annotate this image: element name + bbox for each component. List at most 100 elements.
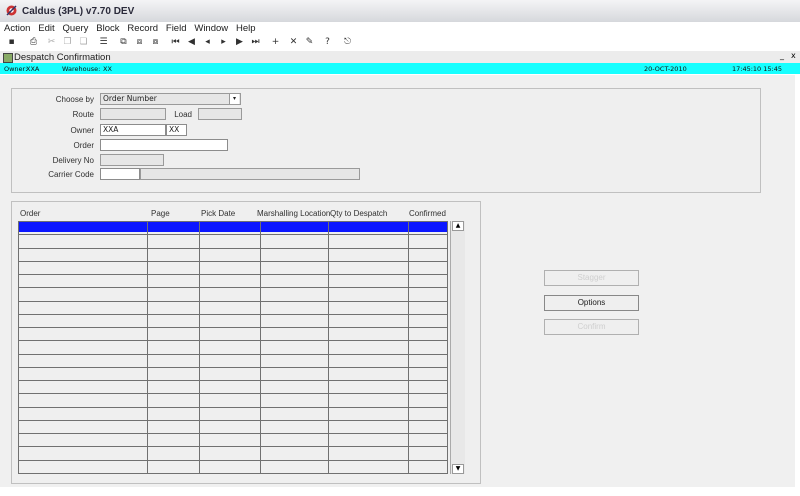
menu-action[interactable]: Action: [4, 22, 30, 35]
table-row: [18, 473, 448, 474]
col-confirmed: Confirmed: [409, 209, 446, 218]
delivery-no-field[interactable]: [100, 154, 164, 166]
owner-value-2: XX: [169, 125, 180, 134]
save-icon[interactable]: ▪: [6, 37, 17, 48]
owner-field-2[interactable]: XX: [166, 124, 187, 136]
cancel-query-icon[interactable]: ⧇: [150, 37, 161, 48]
grid-column-divider: [147, 221, 148, 474]
scroll-down-icon[interactable]: ▼: [452, 464, 464, 474]
col-qty-to-despatch: Qty to Despatch: [330, 209, 388, 218]
status-time: 17:45:10 15:45: [732, 65, 782, 73]
chevron-down-icon[interactable]: ▾: [229, 94, 239, 104]
query-icon[interactable]: ⧉: [118, 37, 129, 48]
table-row: [18, 301, 448, 302]
grid-column-divider: [18, 221, 19, 474]
form-title: Despatch Confirmation: [14, 52, 111, 63]
order-label: Order: [73, 141, 94, 150]
route-label: Route: [72, 110, 94, 119]
status-bar: Owner: XXA Warehouse: XX 20-OCT-2010 17:…: [0, 63, 800, 74]
table-row: [18, 446, 448, 447]
prev-block-icon[interactable]: ◀: [186, 37, 197, 48]
table-row: [18, 327, 448, 328]
scroll-up-icon[interactable]: ▲: [452, 221, 464, 231]
warehouse-status-label: Warehouse:: [62, 65, 101, 73]
close-icon[interactable]: x: [791, 51, 796, 60]
options-button[interactable]: Options: [544, 295, 639, 311]
toolbar: ▪ ⎙ ✂ ❐ ❏ ☰ ⧉ ⧈ ⧇ ⏮ ◀ ◂ ▸ ▶ ⏭ + ✕ ✎ ? ⎋: [0, 35, 800, 52]
last-record-icon[interactable]: ⏭: [250, 37, 261, 48]
insert-record-icon[interactable]: +: [270, 37, 281, 48]
execute-icon[interactable]: ⧈: [134, 37, 145, 48]
app-icon: [6, 5, 17, 16]
copy-icon[interactable]: ❐: [62, 37, 73, 48]
edit-icon[interactable]: ✎: [304, 37, 315, 48]
table-row: [18, 287, 448, 288]
load-label: Load: [174, 110, 192, 119]
col-page: Page: [151, 209, 170, 218]
carrier-code-label: Carrier Code: [48, 170, 94, 179]
choose-by-select[interactable]: Order Number ▾: [100, 93, 241, 105]
list-icon[interactable]: ☰: [98, 37, 109, 48]
table-row: [18, 407, 448, 408]
table-row: [18, 314, 448, 315]
results-grid[interactable]: [18, 221, 448, 474]
menu-window[interactable]: Window: [194, 22, 228, 35]
selected-row[interactable]: [18, 221, 448, 232]
menu-bar: Action Edit Query Block Record Field Win…: [0, 22, 800, 35]
menu-field[interactable]: Field: [166, 22, 187, 35]
col-order: Order: [20, 209, 41, 218]
owner-label: Owner: [70, 126, 94, 135]
print-icon[interactable]: ⎙: [28, 37, 39, 48]
app-title-bar: Caldus (3PL) v7.70 DEV: [0, 0, 800, 23]
menu-block[interactable]: Block: [96, 22, 119, 35]
grid-column-divider: [328, 221, 329, 474]
exit-icon[interactable]: ⎋: [342, 37, 353, 48]
table-row: [18, 420, 448, 421]
menu-query[interactable]: Query: [63, 22, 89, 35]
next-record-icon[interactable]: ▸: [218, 37, 229, 48]
status-date: 20-OCT-2010: [644, 65, 687, 73]
owner-value: XXA: [103, 125, 119, 134]
cut-icon[interactable]: ✂: [46, 37, 57, 48]
table-row: [18, 460, 448, 461]
table-row: [18, 380, 448, 381]
carrier-code-field[interactable]: [100, 168, 140, 180]
table-row: [18, 261, 448, 262]
owner-status-label: Owner:: [4, 65, 28, 73]
choose-by-label: Choose by: [55, 95, 94, 104]
col-pick-date: Pick Date: [201, 209, 236, 218]
menu-record[interactable]: Record: [127, 22, 158, 35]
table-row: [18, 354, 448, 355]
grid-column-divider: [199, 221, 200, 474]
owner-field[interactable]: XXA: [100, 124, 166, 136]
table-row: [18, 393, 448, 394]
prev-record-icon[interactable]: ◂: [202, 37, 213, 48]
table-row: [18, 433, 448, 434]
help-icon[interactable]: ?: [322, 37, 333, 48]
table-row: [18, 234, 448, 235]
form-icon: [3, 53, 13, 63]
first-record-icon[interactable]: ⏮: [170, 37, 181, 48]
table-row: [18, 340, 448, 341]
menu-edit[interactable]: Edit: [38, 22, 54, 35]
choose-by-value: Order Number: [103, 94, 157, 103]
delivery-no-label: Delivery No: [52, 156, 94, 165]
load-field[interactable]: [198, 108, 242, 120]
table-row: [18, 274, 448, 275]
delete-record-icon[interactable]: ✕: [288, 37, 299, 48]
table-row: [18, 248, 448, 249]
scrollbar[interactable]: ▲ ▼: [450, 221, 465, 474]
next-block-icon[interactable]: ▶: [234, 37, 245, 48]
stagger-button[interactable]: Stagger: [544, 270, 639, 286]
paste-icon[interactable]: ❏: [78, 37, 89, 48]
order-field[interactable]: [100, 139, 228, 151]
carrier-name-field: [140, 168, 360, 180]
confirm-button[interactable]: Confirm: [544, 319, 639, 335]
warehouse-status: XX: [103, 65, 112, 73]
col-marshalling-location: Marshalling Location: [257, 209, 331, 218]
minimize-icon[interactable]: _: [780, 51, 784, 60]
menu-help[interactable]: Help: [236, 22, 256, 35]
app-title: Caldus (3PL) v7.70 DEV: [22, 6, 135, 17]
table-row: [18, 367, 448, 368]
owner-status: XXA: [26, 65, 40, 73]
